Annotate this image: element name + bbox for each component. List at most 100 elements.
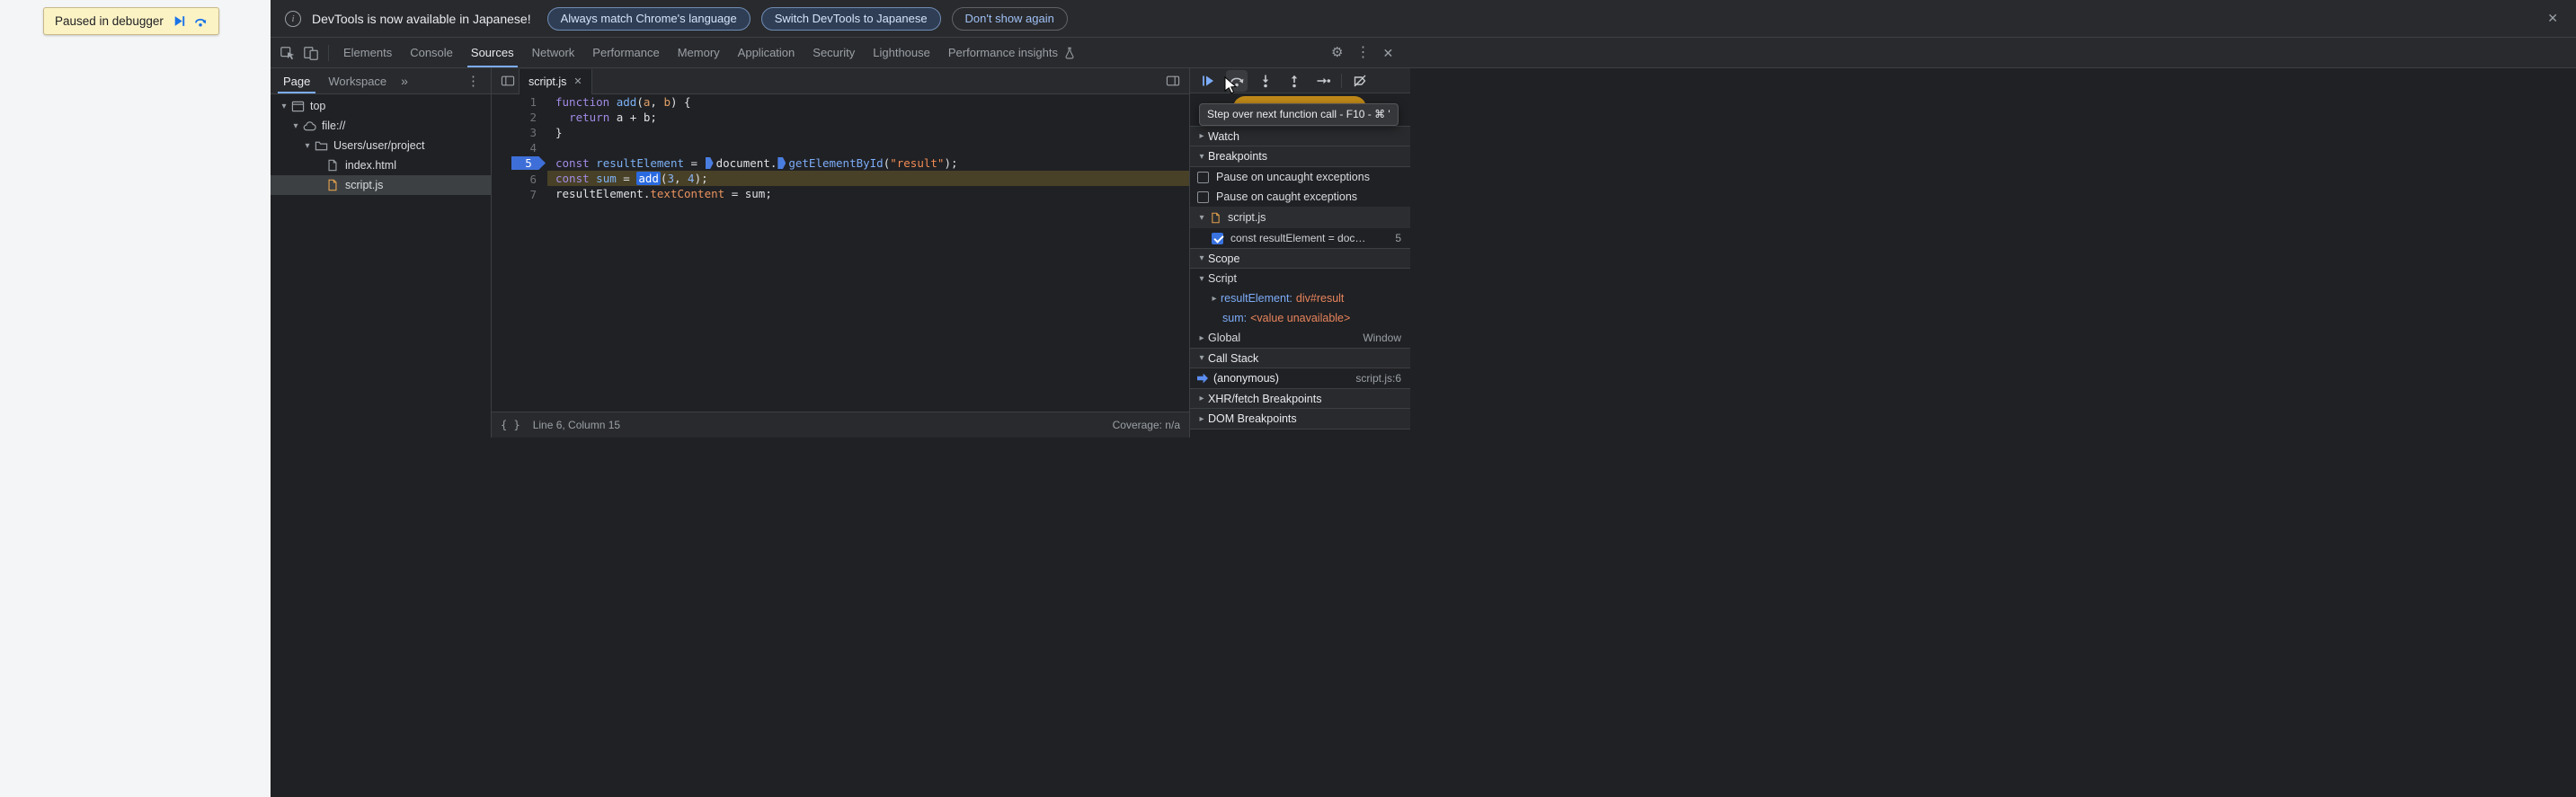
chevron-down-icon[interactable]: ▾: [301, 141, 314, 151]
tab-workspace[interactable]: Workspace: [319, 68, 395, 93]
resume-script-icon[interactable]: [1197, 70, 1219, 92]
step-icon[interactable]: [1312, 70, 1334, 92]
breakpoint-marker[interactable]: 5: [511, 156, 546, 170]
tab-network[interactable]: Network: [523, 38, 584, 67]
inline-breakpoint-marker[interactable]: [705, 157, 714, 169]
chevron-down-icon[interactable]: ▾: [289, 121, 302, 131]
section-dom-breakpoints[interactable]: ▸ DOM Breakpoints: [1190, 409, 1410, 429]
more-options-icon[interactable]: ⋮: [1355, 45, 1370, 60]
tree-item-label: index.html: [345, 159, 396, 172]
toast-resume-icon[interactable]: [173, 14, 186, 28]
tab-label: Performance: [592, 46, 660, 59]
tab-label: Elements: [343, 46, 393, 59]
tree-item-users-user-project[interactable]: ▾ Users/user/project: [271, 136, 491, 155]
tab-label: Performance insights: [947, 46, 1058, 59]
code-token: const: [555, 156, 590, 170]
tree-item-script-js[interactable]: script.js: [271, 175, 491, 195]
tab-application[interactable]: Application: [729, 38, 804, 67]
section-breakpoints[interactable]: ▾ Breakpoints: [1190, 146, 1410, 167]
code-token: .: [769, 156, 777, 170]
code-content[interactable]: function add(a, b) { return a + b;} const…: [547, 94, 1189, 412]
tab-page[interactable]: Page: [274, 68, 319, 93]
step-into-icon[interactable]: [1255, 70, 1276, 92]
toggle-navigator-icon[interactable]: [497, 71, 519, 91]
scope-global-group[interactable]: ▸ Global Window: [1190, 328, 1410, 348]
tab-memory[interactable]: Memory: [669, 38, 729, 67]
file-icon: [325, 158, 340, 173]
navigator-menu-icon[interactable]: ⋮: [459, 73, 487, 89]
gutter-line-1[interactable]: 1: [492, 94, 547, 110]
gutter-line-3[interactable]: 3: [492, 125, 547, 140]
section-call-stack[interactable]: ▾ Call Stack: [1190, 348, 1410, 368]
chevron-down-icon[interactable]: ▾: [1195, 253, 1208, 263]
code-token: function: [555, 95, 610, 109]
pause-uncaught-label: Pause on uncaught exceptions: [1216, 171, 1370, 183]
deactivate-breakpoints-icon[interactable]: [1349, 70, 1371, 92]
frame-icon: [290, 99, 305, 113]
chevron-right-icon[interactable]: ▸: [1195, 131, 1208, 141]
tree-item-index-html[interactable]: index.html: [271, 155, 491, 175]
chevron-down-icon[interactable]: ▾: [1195, 274, 1208, 284]
scope-global-value: Window: [1363, 332, 1401, 344]
info-icon: i: [285, 10, 301, 27]
tree-item-top[interactable]: ▾ top: [271, 96, 491, 116]
controls-separator: [1341, 73, 1342, 88]
tab-sources[interactable]: Sources: [462, 38, 523, 67]
infobar-close-icon[interactable]: ✕: [2544, 7, 2562, 30]
tab-console[interactable]: Console: [401, 38, 462, 67]
scope-var-resultelement[interactable]: ▸ resultElement: div#result: [1190, 288, 1410, 308]
inline-breakpoint-marker[interactable]: [777, 157, 786, 169]
dont-show-again-button[interactable]: Don't show again: [951, 6, 1068, 31]
switch-devtools-japanese-button[interactable]: Switch DevTools to Japanese: [760, 6, 941, 31]
chevron-down-icon[interactable]: ▾: [1195, 152, 1208, 162]
breakpoint-entry-checkbox[interactable]: [1212, 232, 1223, 244]
line-number-gutter[interactable]: 12345 67: [492, 94, 547, 412]
tab-label: Application: [737, 46, 795, 59]
toggle-debugger-sidebar-icon[interactable]: [1162, 71, 1184, 91]
gutter-line-7[interactable]: 7: [492, 187, 547, 202]
tab-close-icon[interactable]: ✕: [573, 75, 582, 87]
chevron-right-icon[interactable]: ▸: [1195, 414, 1208, 424]
call-stack-frame[interactable]: (anonymous) script.js:6: [1190, 368, 1410, 388]
chevron-down-icon[interactable]: ▾: [1195, 353, 1208, 363]
section-watch[interactable]: ▸ Watch: [1190, 126, 1410, 146]
tab-security[interactable]: Security: [804, 38, 864, 67]
chevron-right-icon[interactable]: ▸: [1195, 333, 1208, 343]
chevron-right-icon[interactable]: ▸: [1195, 394, 1208, 403]
code-token: const: [555, 172, 590, 185]
more-tabs-icon[interactable]: »: [395, 74, 413, 88]
pause-caught-checkbox[interactable]: [1197, 190, 1209, 203]
step-out-icon[interactable]: [1284, 70, 1305, 92]
code-editor[interactable]: 12345 67 function add(a, b) { return a + …: [492, 94, 1189, 412]
code-token: add: [636, 172, 661, 185]
gutter-line-5[interactable]: 5: [492, 156, 547, 172]
gutter-line-2[interactable]: 2: [492, 110, 547, 125]
gutter-line-4[interactable]: 4: [492, 140, 547, 155]
current-frame-arrow-icon: [1197, 373, 1208, 384]
scope-script-group[interactable]: ▾ Script: [1190, 269, 1410, 288]
inspect-element-icon[interactable]: [276, 41, 299, 65]
section-xhr-breakpoints[interactable]: ▸ XHR/fetch Breakpoints: [1190, 388, 1410, 409]
pause-uncaught-checkbox[interactable]: [1197, 171, 1209, 183]
always-match-language-button[interactable]: Always match Chrome's language: [546, 6, 751, 31]
chevron-right-icon[interactable]: ▸: [1208, 294, 1221, 304]
tab-performance-insights[interactable]: Performance insights: [939, 38, 1085, 67]
section-scope[interactable]: ▾ Scope: [1190, 248, 1410, 269]
gear-icon[interactable]: ⚙: [1331, 46, 1343, 59]
chevron-down-icon[interactable]: ▾: [278, 102, 290, 111]
tree-item-file[interactable]: ▾ file://: [271, 116, 491, 136]
breakpoint-entry[interactable]: const resultElement = doc… 5: [1190, 228, 1410, 248]
tree-item-label: file://: [322, 120, 346, 132]
chevron-down-icon[interactable]: ▾: [1195, 213, 1208, 223]
editor-tab-scriptjs[interactable]: script.js ✕: [519, 68, 592, 94]
tab-lighthouse[interactable]: Lighthouse: [864, 38, 939, 67]
tab-elements[interactable]: Elements: [334, 38, 401, 67]
gutter-line-6[interactable]: 6: [492, 172, 547, 187]
close-devtools-icon[interactable]: ✕: [1382, 47, 1393, 59]
pretty-print-icon[interactable]: { }: [501, 419, 520, 431]
toast-step-over-icon[interactable]: [193, 14, 208, 28]
breakpoint-file-group[interactable]: ▾ script.js: [1190, 207, 1410, 228]
breakpoint-file-label: script.js: [1228, 211, 1266, 224]
tab-performance[interactable]: Performance: [583, 38, 668, 67]
device-toolbar-icon[interactable]: [299, 41, 323, 65]
